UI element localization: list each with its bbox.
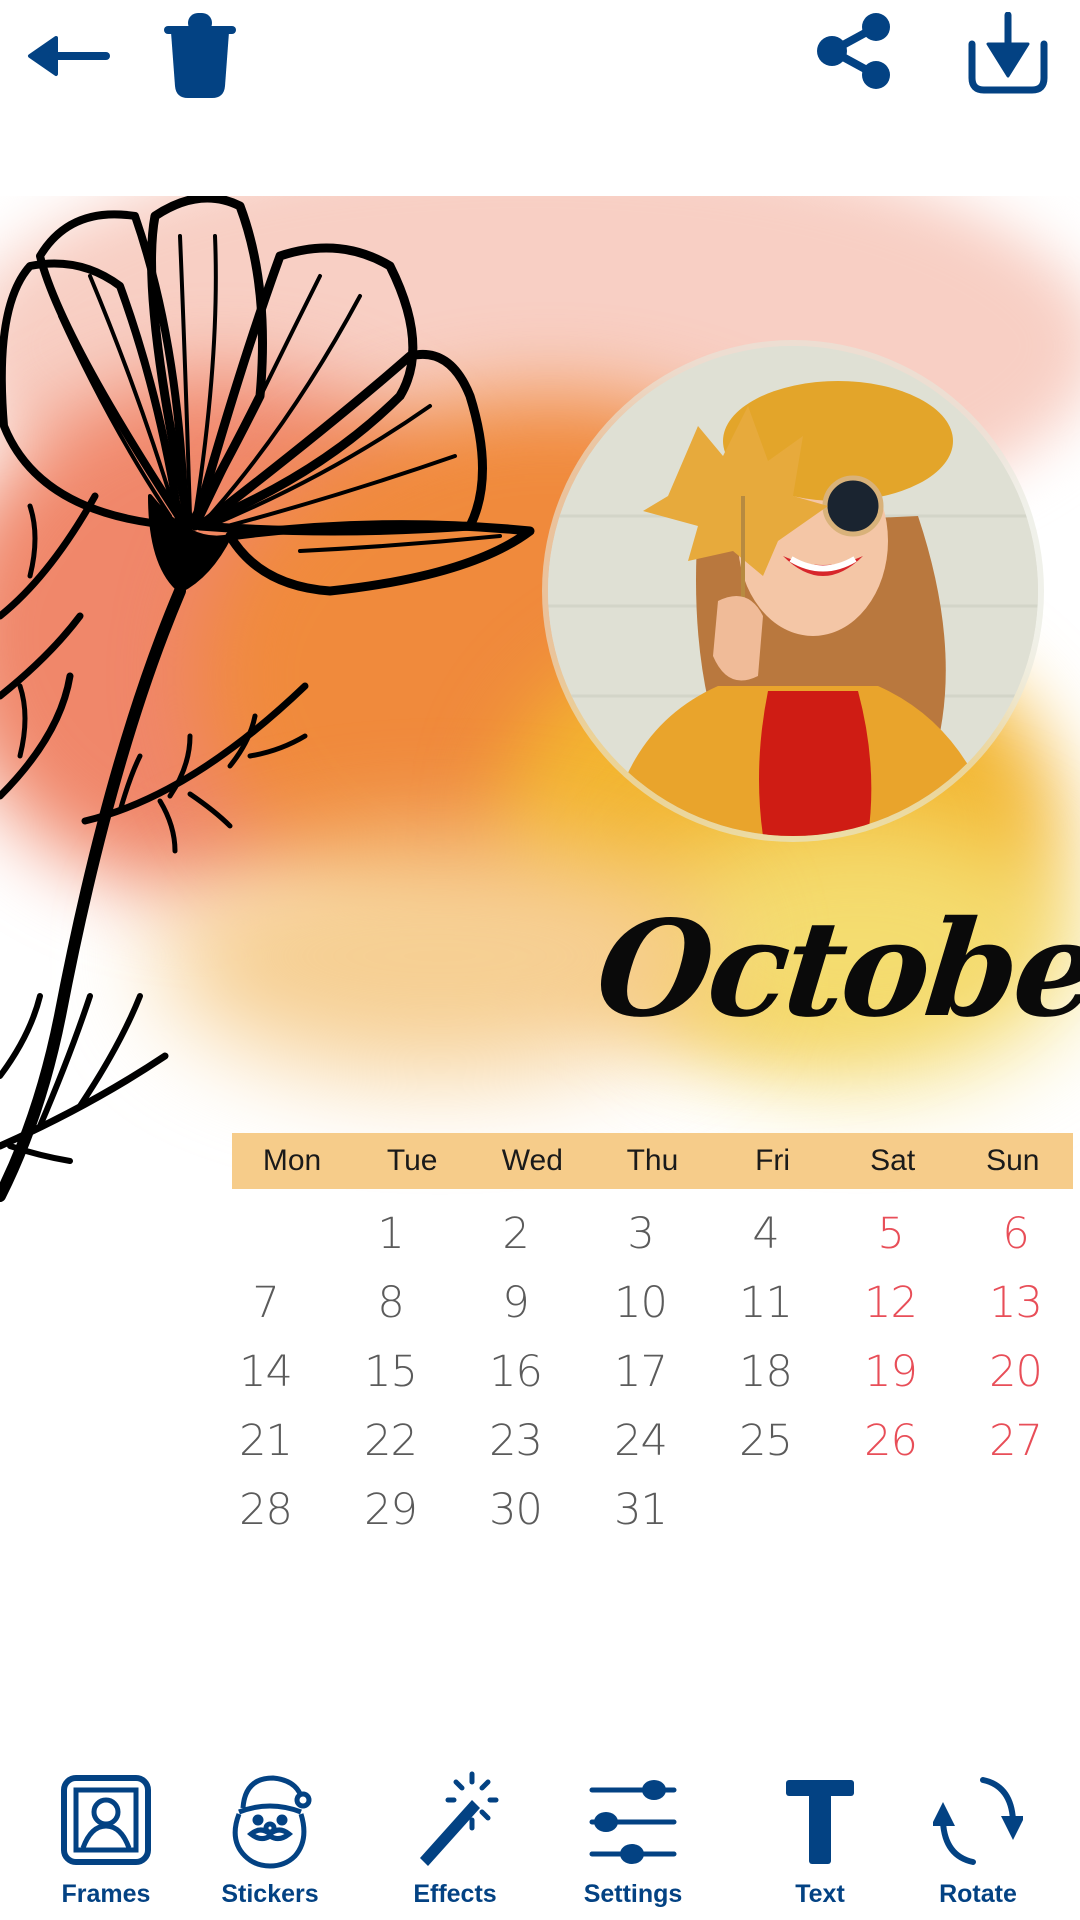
weekday-fri: Fri	[755, 1144, 791, 1177]
date-cell[interactable]: 30	[453, 1476, 578, 1545]
date-cell[interactable]: 10	[578, 1269, 703, 1338]
weekday-thu: Thu	[626, 1144, 679, 1177]
santa-icon	[225, 1770, 315, 1870]
arrow-left-icon	[28, 36, 110, 76]
settings-label: Settings	[583, 1880, 683, 1908]
magic-wand-icon	[410, 1770, 500, 1870]
month-title[interactable]: October	[590, 892, 1080, 1047]
calendar-canvas[interactable]: October Mon Tue Wed Thu Fri Sat Sun 1234…	[0, 196, 1080, 1576]
empty-date-cell	[703, 1476, 828, 1545]
effects-button[interactable]: Effects	[380, 1730, 530, 1920]
share-icon	[817, 13, 890, 89]
effects-label: Effects	[413, 1880, 497, 1908]
date-cell[interactable]: 29	[328, 1476, 453, 1545]
date-cell[interactable]: 6	[953, 1200, 1078, 1269]
date-cell[interactable]: 9	[453, 1269, 578, 1338]
rotate-icon	[933, 1770, 1023, 1870]
frame-portrait-icon	[61, 1770, 151, 1870]
date-cell[interactable]: 18	[703, 1338, 828, 1407]
weekday-sun: Sun	[986, 1144, 1040, 1177]
weekday-sat: Sat	[870, 1144, 916, 1177]
date-grid: 1 2 3 4 5 6 7 8 9 10 11 12 13 14 15 16 17 18 19 20 21 22 23 24 2…	[203, 1200, 1078, 1545]
date-cell[interactable]: 8	[328, 1269, 453, 1338]
sliders-icon	[588, 1770, 678, 1870]
date-cell[interactable]: 7	[203, 1269, 328, 1338]
text-icon	[775, 1770, 865, 1870]
date-cell[interactable]: 4	[703, 1200, 828, 1269]
date-cell[interactable]: 26	[828, 1407, 953, 1476]
date-cell[interactable]: 21	[203, 1407, 328, 1476]
stickers-label: Stickers	[221, 1880, 319, 1908]
date-cell[interactable]: 16	[453, 1338, 578, 1407]
text-label: Text	[795, 1880, 845, 1908]
bottom-toolbar: Frames Stickers Effects Settings Text Ro…	[0, 1730, 1080, 1920]
text-button[interactable]: Text	[745, 1730, 895, 1920]
date-cell[interactable]: 28	[203, 1476, 328, 1545]
date-cell[interactable]: 22	[328, 1407, 453, 1476]
empty-date-cell	[203, 1200, 328, 1269]
rotate-label: Rotate	[939, 1880, 1017, 1908]
download-icon	[968, 12, 1048, 94]
date-cell[interactable]: 12	[828, 1269, 953, 1338]
rotate-button[interactable]: Rotate	[903, 1730, 1053, 1920]
date-cell[interactable]: 13	[953, 1269, 1078, 1338]
weekday-tue: Tue	[386, 1144, 438, 1177]
date-cell[interactable]: 3	[578, 1200, 703, 1269]
date-cell[interactable]: 27	[953, 1407, 1078, 1476]
download-button[interactable]	[966, 12, 1050, 94]
date-cell[interactable]: 19	[828, 1338, 953, 1407]
share-button[interactable]	[816, 12, 894, 90]
date-cell[interactable]: 31	[578, 1476, 703, 1545]
frames-button[interactable]: Frames	[31, 1730, 181, 1920]
settings-button[interactable]: Settings	[558, 1730, 708, 1920]
empty-date-cell	[828, 1476, 953, 1545]
empty-date-cell	[953, 1476, 1078, 1545]
date-cell[interactable]: 1	[328, 1200, 453, 1269]
weekday-mon: Mon	[262, 1144, 322, 1177]
date-cell[interactable]: 5	[828, 1200, 953, 1269]
back-button[interactable]	[26, 34, 110, 78]
stickers-button[interactable]: Stickers	[195, 1730, 345, 1920]
date-cell[interactable]: 24	[578, 1407, 703, 1476]
delete-button[interactable]	[162, 12, 238, 100]
weekday-wed: Wed	[501, 1144, 563, 1177]
date-cell[interactable]: 25	[703, 1407, 828, 1476]
date-cell[interactable]: 15	[328, 1338, 453, 1407]
date-cell[interactable]: 20	[953, 1338, 1078, 1407]
frames-label: Frames	[61, 1880, 151, 1908]
date-cell[interactable]: 17	[578, 1338, 703, 1407]
date-cell[interactable]: 2	[453, 1200, 578, 1269]
date-cell[interactable]: 11	[703, 1269, 828, 1338]
trash-icon	[164, 13, 236, 98]
date-cell[interactable]: 14	[203, 1338, 328, 1407]
weekday-header: Mon Tue Wed Thu Fri Sat Sun	[232, 1133, 1073, 1189]
date-cell[interactable]: 23	[453, 1407, 578, 1476]
